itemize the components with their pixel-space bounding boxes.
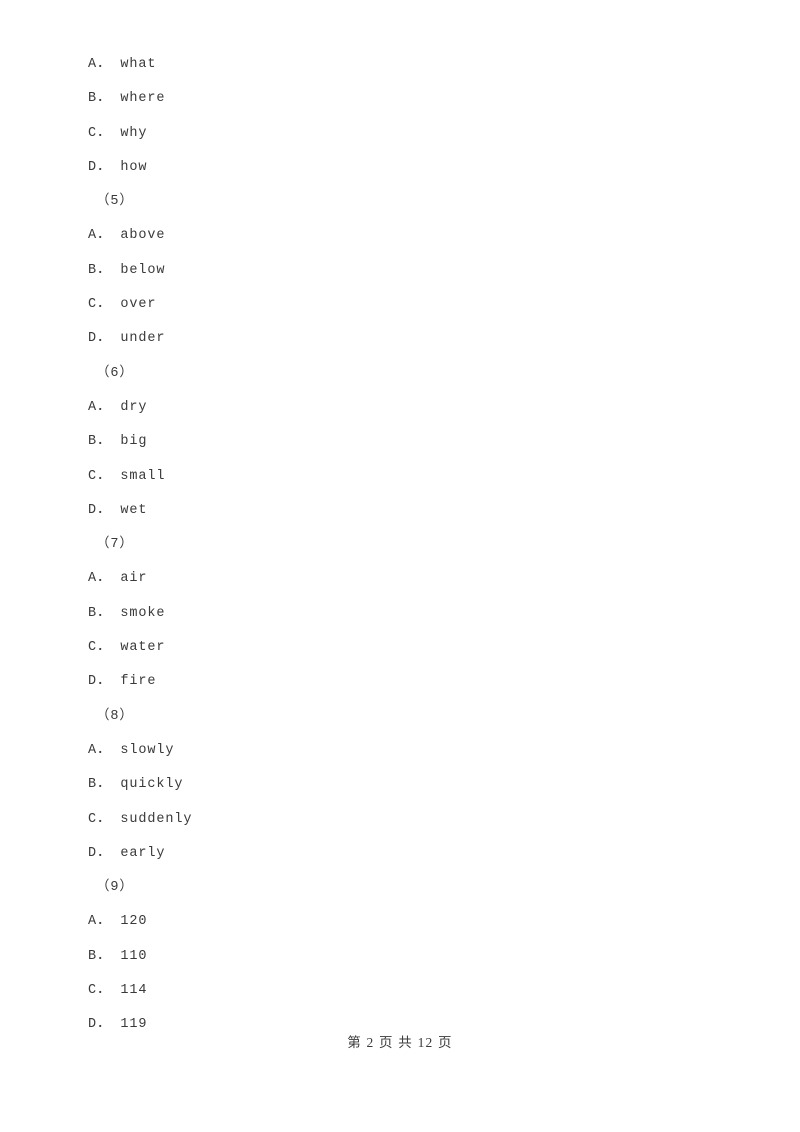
answer-option[interactable]: B． below — [88, 254, 708, 288]
question-number: （6） — [96, 365, 134, 381]
answer-option[interactable]: A． what — [88, 48, 708, 82]
answer-option[interactable]: B． big — [88, 425, 708, 459]
answer-option[interactable]: C． why — [88, 117, 708, 151]
question-options-list: A． what B． where C． why D． how （5） A． above B．… — [88, 48, 708, 1043]
answer-option[interactable]: C． water — [88, 631, 708, 665]
question-number: （8） — [96, 708, 134, 724]
question-number: （7） — [96, 537, 134, 553]
answer-option[interactable]: C． over — [88, 288, 708, 322]
answer-option[interactable]: B． where — [88, 82, 708, 116]
answer-option[interactable]: C． suddenly — [88, 803, 708, 837]
answer-option[interactable]: D． fire — [88, 665, 708, 699]
answer-option[interactable]: B． smoke — [88, 597, 708, 631]
answer-option[interactable]: A． dry — [88, 391, 708, 425]
document-page: A． what B． where C． why D． how （5） A． above B．… — [0, 0, 800, 1132]
answer-option[interactable]: A． above — [88, 219, 708, 253]
answer-option[interactable]: D． wet — [88, 494, 708, 528]
question-number: （9） — [96, 880, 134, 896]
answer-option[interactable]: D． under — [88, 322, 708, 356]
answer-option[interactable]: D． how — [88, 151, 708, 185]
answer-option[interactable]: A． slowly — [88, 734, 708, 768]
answer-option[interactable]: C． small — [88, 460, 708, 494]
answer-option[interactable]: A． air — [88, 562, 708, 596]
answer-option[interactable]: C． 114 — [88, 974, 708, 1008]
answer-option[interactable]: B． 110 — [88, 940, 708, 974]
page-footer: 第 2 页 共 12 页 — [347, 1035, 453, 1050]
answer-option[interactable]: B． quickly — [88, 768, 708, 802]
answer-option[interactable]: A． 120 — [88, 905, 708, 939]
answer-option[interactable]: D． early — [88, 837, 708, 871]
question-number: （5） — [96, 194, 134, 210]
